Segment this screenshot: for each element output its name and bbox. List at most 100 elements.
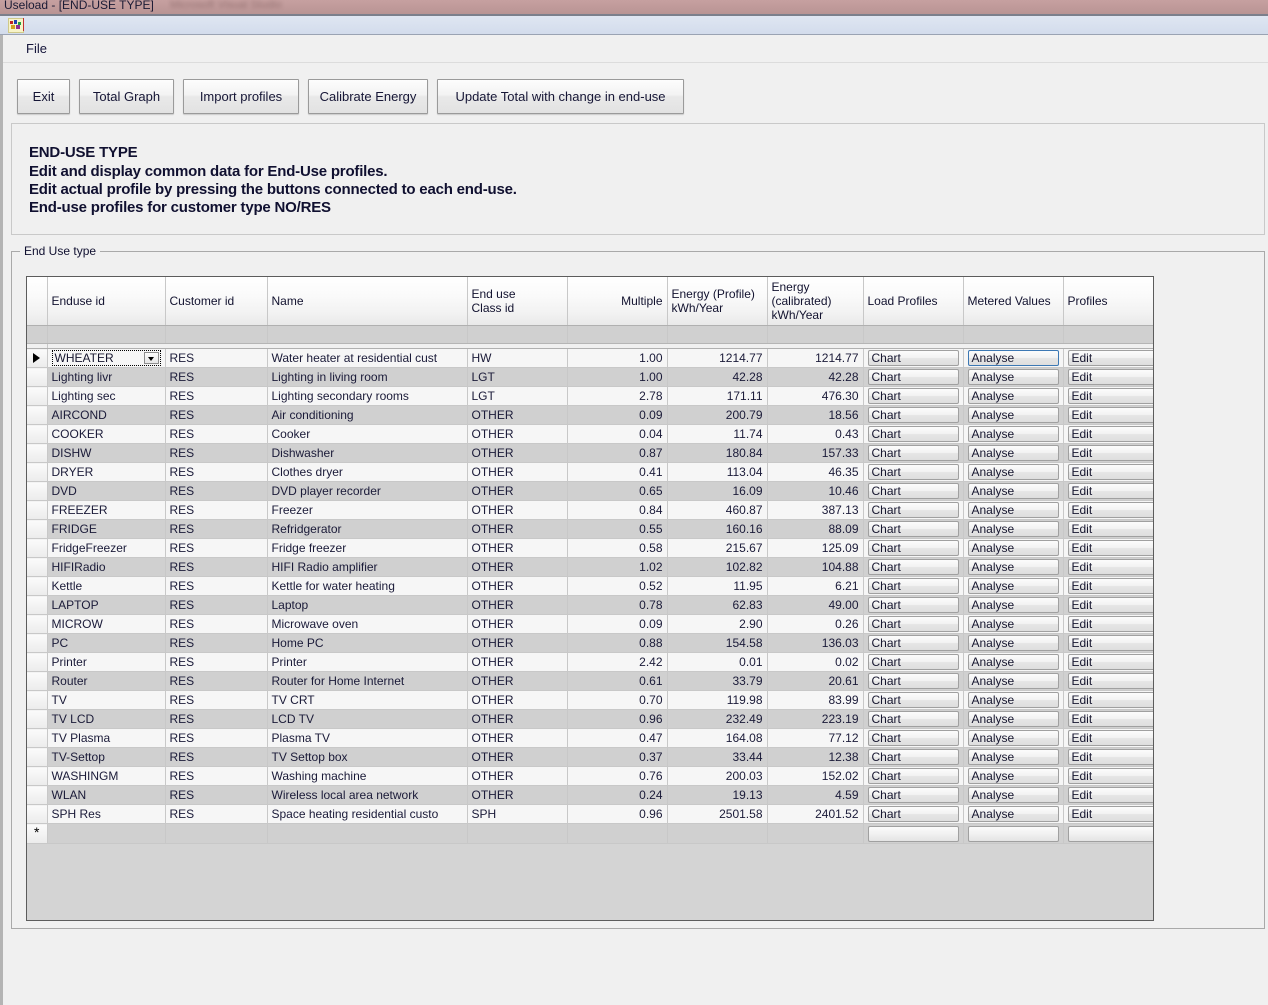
cell-energy-profile[interactable]: 42.28 [667,367,768,387]
edit-button[interactable]: Edit [1067,806,1153,822]
cell-name[interactable]: Freezer [267,500,468,520]
cell-customer-id[interactable]: RES [165,785,268,805]
chart-button[interactable]: Chart [867,711,959,727]
cell-metered-values[interactable]: Analyse [963,728,1064,748]
table-row[interactable]: Router RES Router for Home Internet OTHER 0.… [27,671,1153,691]
cell-customer-id[interactable]: RES [165,386,268,406]
table-row[interactable]: DRYER RES Clothes dryer OTHER 0.41 113.04 46.3… [27,462,1153,482]
column-header-load-profiles[interactable]: Load Profiles [863,277,964,326]
cell-multiple[interactable]: 0.09 [567,405,668,425]
table-row[interactable]: FREEZER RES Freezer OTHER 0.84 460.87 387.13 Ch… [27,500,1153,520]
edit-button[interactable]: Edit [1067,521,1153,537]
new-row-cell[interactable] [267,823,468,844]
cell-name[interactable]: Home PC [267,633,468,653]
cell-customer-id[interactable]: RES [165,747,268,767]
cell-profiles[interactable]: Edit [1063,576,1153,596]
row-selector[interactable] [27,443,48,463]
cell-energy-calibrated[interactable]: 152.02 [767,766,864,786]
cell-energy-calibrated[interactable]: 4.59 [767,785,864,805]
cell-load-profiles[interactable]: Chart [863,747,964,767]
chart-button[interactable]: Chart [867,692,959,708]
row-selector[interactable] [27,614,48,634]
cell-multiple[interactable]: 0.88 [567,633,668,653]
cell-name[interactable]: Printer [267,652,468,672]
edit-button[interactable]: Edit [1067,578,1153,594]
cell-multiple[interactable]: 0.47 [567,728,668,748]
cell-end-use-class-id[interactable]: SPH [467,804,568,824]
cell-energy-calibrated[interactable]: 6.21 [767,576,864,596]
cell-customer-id[interactable]: RES [165,405,268,425]
cell-name[interactable]: Kettle for water heating [267,576,468,596]
table-row[interactable]: Lighting livr RES Lighting in living room L… [27,367,1153,387]
cell-load-profiles[interactable]: Chart [863,728,964,748]
cell-energy-profile[interactable]: 154.58 [667,633,768,653]
cell-end-use-class-id[interactable]: OTHER [467,500,568,520]
cell-enduse-id[interactable]: DISHW [47,443,166,463]
cell-enduse-id[interactable]: TV Plasma [47,728,166,748]
cell-multiple[interactable]: 0.76 [567,766,668,786]
cell-customer-id[interactable]: RES [165,690,268,710]
cell-load-profiles[interactable]: Chart [863,595,964,615]
column-header-metered-values[interactable]: Metered Values [963,277,1064,326]
cell-customer-id[interactable]: RES [165,804,268,824]
cell-profiles[interactable]: Edit [1063,747,1153,767]
cell-end-use-class-id[interactable]: OTHER [467,405,568,425]
new-row-cell[interactable] [767,823,864,844]
cell-load-profiles[interactable]: Chart [863,405,964,425]
table-row[interactable]: WHEATER RES Water heater at residential cu… [27,348,1153,368]
cell-enduse-id[interactable]: Lighting livr [47,367,166,387]
cell-metered-values[interactable]: Analyse [963,443,1064,463]
row-selector[interactable] [27,709,48,729]
cell-energy-profile[interactable]: 119.98 [667,690,768,710]
cell-load-profiles[interactable]: Chart [863,386,964,406]
cell-load-profiles[interactable]: Chart [863,462,964,482]
table-row[interactable]: TV LCD RES LCD TV OTHER 0.96 232.49 223.19 Char… [27,709,1153,729]
edit-button[interactable]: Edit [1067,350,1153,366]
cell-enduse-id[interactable]: WASHINGM [47,766,166,786]
row-selector[interactable] [27,481,48,501]
cell-energy-profile[interactable]: 0.01 [667,652,768,672]
chart-button[interactable]: Chart [867,559,959,575]
cell-multiple[interactable]: 1.02 [567,557,668,577]
chart-button[interactable]: Chart [867,521,959,537]
cell-name[interactable]: HIFI Radio amplifier [267,557,468,577]
cell-name[interactable]: Laptop [267,595,468,615]
cell-load-profiles[interactable]: Chart [863,557,964,577]
cell-energy-profile[interactable]: 33.79 [667,671,768,691]
analyse-button[interactable]: Analyse [967,692,1059,708]
cell-name[interactable]: Plasma TV [267,728,468,748]
row-selector[interactable] [27,633,48,653]
chart-button[interactable]: Chart [867,787,959,803]
cell-end-use-class-id[interactable]: LGT [467,386,568,406]
row-selector[interactable] [27,690,48,710]
column-header-profiles[interactable]: Profiles [1063,277,1153,326]
filter-cell[interactable] [1063,325,1153,344]
cell-multiple[interactable]: 0.58 [567,538,668,558]
cell-end-use-class-id[interactable]: OTHER [467,671,568,691]
analyse-button[interactable]: Analyse [967,787,1059,803]
cell-name[interactable]: Lighting secondary rooms [267,386,468,406]
cell-multiple[interactable]: 0.65 [567,481,668,501]
cell-customer-id[interactable]: RES [165,614,268,634]
cell-multiple[interactable]: 0.55 [567,519,668,539]
edit-button[interactable]: Edit [1067,502,1153,518]
cell-customer-id[interactable]: RES [165,595,268,615]
cell-energy-calibrated[interactable]: 0.26 [767,614,864,634]
new-row-cell[interactable] [667,823,768,844]
cell-enduse-id[interactable]: FREEZER [47,500,166,520]
cell-enduse-id[interactable]: DRYER [47,462,166,482]
chart-button[interactable]: Chart [867,483,959,499]
cell-load-profiles[interactable]: Chart [863,614,964,634]
chart-button[interactable]: Chart [867,578,959,594]
cell-metered-values[interactable]: Analyse [963,633,1064,653]
analyse-button[interactable]: Analyse [967,445,1059,461]
cell-profiles[interactable]: Edit [1063,386,1153,406]
cell-customer-id[interactable]: RES [165,348,268,368]
cell-enduse-id[interactable]: MICROW [47,614,166,634]
cell-profiles[interactable]: Edit [1063,405,1153,425]
new-row-cell[interactable] [467,823,568,844]
cell-metered-values[interactable]: Analyse [963,367,1064,387]
cell-end-use-class-id[interactable]: OTHER [467,462,568,482]
cell-customer-id[interactable]: RES [165,481,268,501]
cell-customer-id[interactable]: RES [165,766,268,786]
